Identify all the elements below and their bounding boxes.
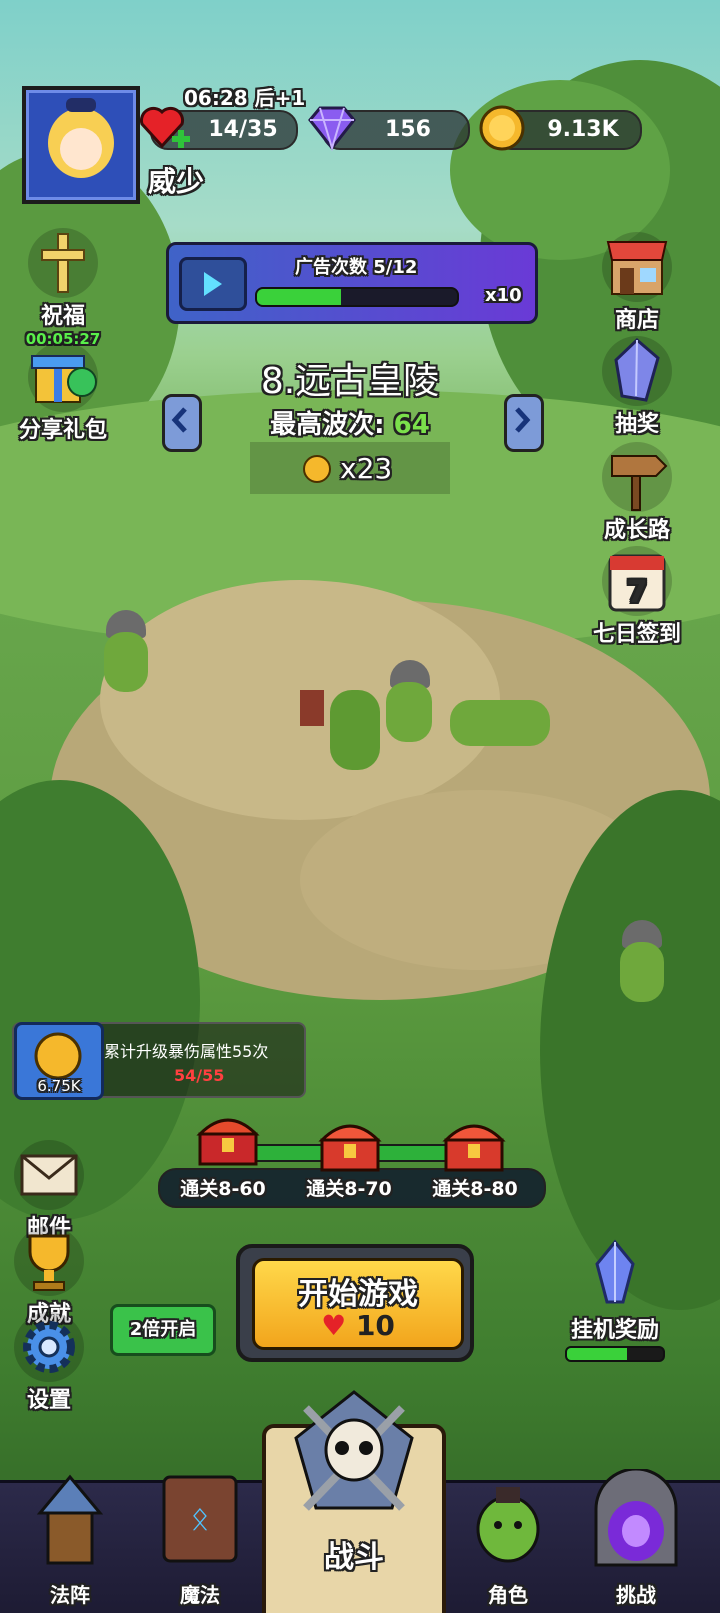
chest-3-label: 通关8-80 xyxy=(432,1178,518,1200)
chest-2[interactable] xyxy=(318,1118,382,1172)
nav-character[interactable]: 角色 xyxy=(438,1483,578,1613)
start-game-label: 开始游戏 xyxy=(298,1277,418,1312)
battle-button[interactable]: 战斗 xyxy=(262,1390,446,1613)
settings-label: 设置 xyxy=(26,1388,71,1413)
calendar-icon: 7 xyxy=(608,554,666,612)
chevron-left-icon xyxy=(171,407,187,433)
shop-button[interactable]: 商店 xyxy=(582,232,692,334)
quest-text: 累计升级暴伤属性55次 xyxy=(104,1042,269,1061)
envelope-icon xyxy=(20,1154,78,1196)
treasure-chest-icon xyxy=(196,1118,260,1166)
ad-reward-panel[interactable]: 广告次数 5/12 x10 xyxy=(166,242,538,324)
ad-progress-bar xyxy=(255,287,459,307)
nav-formation[interactable]: 法阵 xyxy=(0,1474,140,1613)
orc-head-icon xyxy=(476,1487,540,1563)
double-speed-button[interactable]: 2倍开启 xyxy=(110,1304,216,1356)
crystal-icon xyxy=(614,337,660,402)
nav-battle-label: 战斗 xyxy=(324,1540,384,1575)
video-play-icon xyxy=(179,257,247,311)
share-gift-label: 分享礼包 xyxy=(18,418,107,443)
gems-value: 156 xyxy=(385,117,431,142)
skull-swords-icon xyxy=(294,1390,414,1511)
nav-formation-label: 法阵 xyxy=(50,1583,90,1607)
signpost-icon xyxy=(611,455,668,511)
player-name: 威少 xyxy=(148,165,205,198)
prev-stage-button[interactable] xyxy=(162,394,202,452)
idle-progress-bar xyxy=(565,1346,665,1362)
share-gift-button[interactable]: 分享礼包 xyxy=(8,342,118,444)
growth-path-label: 成长路 xyxy=(603,518,670,543)
stage-title: 8.远古皇陵 xyxy=(260,361,440,402)
start-game-button[interactable]: 开始游戏 ♥ 10 xyxy=(236,1244,474,1362)
spellbook-rune: ᛟ xyxy=(190,1499,209,1537)
treasure-chest-icon xyxy=(318,1124,382,1172)
bless-label: 祝福 xyxy=(40,304,85,329)
shop-icon xyxy=(606,241,668,295)
gold-value: 9.13K xyxy=(547,117,619,142)
calendar-day: 7 xyxy=(627,575,648,610)
ad-count-label: 广告次数 xyxy=(295,257,367,278)
nav-magic[interactable]: ᛟ 魔法 xyxy=(130,1475,270,1613)
chest-1[interactable] xyxy=(196,1112,260,1166)
tower-icon xyxy=(36,1474,104,1565)
coin-icon xyxy=(303,455,331,483)
draw-label: 抽奖 xyxy=(614,412,659,437)
settings-button[interactable]: 设置 xyxy=(0,1312,104,1414)
fallen-orc xyxy=(450,700,550,746)
quest-reward-value: 6.75K xyxy=(37,1077,81,1095)
gear-icon xyxy=(23,1321,75,1373)
nav-challenge[interactable]: 挑战 xyxy=(566,1469,706,1613)
best-wave: 最高波次: 64 xyxy=(200,404,500,441)
ad-multiplier: x10 xyxy=(485,285,522,306)
gift-icon xyxy=(31,355,97,403)
trophy-icon xyxy=(28,1234,70,1291)
portal-icon xyxy=(594,1469,678,1567)
stage-reward: x23 xyxy=(250,442,450,494)
crystal-icon xyxy=(595,1239,635,1304)
gold-coin-icon xyxy=(34,1032,82,1080)
treasure-chest-icon xyxy=(442,1124,506,1172)
orc-enemy-right xyxy=(612,920,670,1010)
gem-icon xyxy=(308,106,356,152)
next-stage-button[interactable] xyxy=(504,394,544,452)
ad-count-value: 5/12 xyxy=(373,257,418,278)
shop-label: 商店 xyxy=(614,308,659,333)
heart-icon: ♥ xyxy=(321,1309,347,1342)
game-scene: 威少 06:28 后+1 14/35 156 9.13K 祝福 00:05:27 xyxy=(0,0,720,1613)
nav-magic-label: 魔法 xyxy=(180,1583,220,1607)
start-cost-value: 10 xyxy=(355,1309,395,1342)
chest-2-label: 通关8-70 xyxy=(306,1178,392,1200)
spellbook-icon: ᛟ xyxy=(162,1475,238,1563)
heart-icon xyxy=(139,106,190,149)
growth-path-button[interactable]: 成长路 xyxy=(582,442,692,544)
start-cost: ♥ 10 xyxy=(255,1309,461,1342)
ad-count: 广告次数 5/12 xyxy=(295,253,417,279)
quest-panel[interactable]: 6.75K 累计升级暴伤属性55次 54/55 xyxy=(12,1022,306,1100)
draw-button[interactable]: 抽奖 xyxy=(582,336,692,438)
cross-icon xyxy=(41,233,85,293)
nav-challenge-label: 挑战 xyxy=(616,1583,656,1607)
chest-3[interactable] xyxy=(442,1118,506,1172)
stage-reward-value: x23 xyxy=(340,452,393,485)
energy-timer: 06:28 后+1 xyxy=(184,82,305,111)
player-avatar[interactable] xyxy=(22,86,140,204)
nav-character-label: 角色 xyxy=(488,1583,528,1607)
bless-button[interactable]: 祝福 00:05:27 xyxy=(8,228,118,348)
chevron-right-icon xyxy=(515,407,531,433)
idle-reward-button[interactable]: 挂机奖励 xyxy=(560,1238,670,1362)
chest-1-label: 通关8-60 xyxy=(180,1178,266,1200)
energy-timer-value: 06:28 xyxy=(184,86,248,110)
quest-reward-box: 6.75K xyxy=(14,1022,104,1100)
quest-progress: 54/55 xyxy=(174,1066,225,1085)
energy-timer-suffix: 后+1 xyxy=(254,86,306,110)
orc-squad xyxy=(300,660,440,780)
idle-reward-label: 挂机奖励 xyxy=(570,1318,659,1343)
orc-enemy xyxy=(96,610,154,700)
best-wave-label: 最高波次: xyxy=(270,410,385,440)
gold-coin-icon xyxy=(479,105,525,151)
seven-day-checkin-button[interactable]: 7 七日签到 xyxy=(582,546,692,648)
seven-day-checkin-label: 七日签到 xyxy=(592,622,681,647)
best-wave-value: 64 xyxy=(393,410,430,440)
